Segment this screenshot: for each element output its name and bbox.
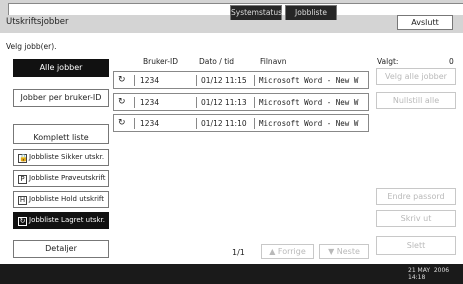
column-header-filename: Filnavn: [260, 57, 287, 66]
lock-icon: 🔒: [18, 154, 28, 163]
stored-print-icon: ↻: [118, 97, 126, 107]
proof-print-list-label: Jobbliste Prøveutskrift: [29, 174, 106, 182]
row-user: 1234: [140, 119, 160, 128]
secure-print-list-button[interactable]: 🔒Jobbliste Sikker utskr.: [13, 149, 109, 166]
table-row[interactable]: ↻ 1234 01/12 11:10 Microsoft Word - New …: [113, 114, 369, 132]
clear-all-button[interactable]: Nullstill alle: [376, 92, 456, 109]
jobs-per-user-button[interactable]: Jobber per bruker-ID: [13, 89, 109, 107]
print-button[interactable]: Skriv ut: [376, 210, 456, 227]
delete-button[interactable]: Slett: [376, 236, 456, 255]
row-datetime: 01/12 11:13: [201, 98, 247, 107]
stored-print-icon: ↻: [118, 118, 126, 128]
selected-count: 0: [449, 57, 454, 66]
table-row[interactable]: ↻ 1234 01/12 11:15 Microsoft Word - New …: [113, 71, 369, 89]
table-row[interactable]: ↻ 1234 01/12 11:13 Microsoft Word - New …: [113, 93, 369, 111]
row-filename: Microsoft Word - New W: [259, 76, 359, 85]
row-filename: Microsoft Word - New W: [259, 98, 359, 107]
details-button[interactable]: Detaljer: [13, 240, 109, 258]
column-header-datetime: Dato / tid: [199, 57, 234, 66]
row-filename: Microsoft Word - New W: [259, 119, 359, 128]
stored-print-icon: ↻: [118, 75, 126, 85]
proof-print-list-button[interactable]: P Jobbliste Prøveutskrift: [13, 170, 109, 187]
complete-list-button[interactable]: Komplett liste: [13, 124, 109, 144]
change-password-button[interactable]: Endre passord: [376, 188, 456, 205]
bottom-bar: [0, 264, 463, 284]
hold-print-icon: H: [18, 196, 27, 205]
previous-page-button[interactable]: ▲ Forrige: [261, 244, 314, 259]
select-prompt: Velg jobb(er).: [6, 42, 57, 51]
row-datetime: 01/12 11:10: [201, 119, 247, 128]
page-title: Utskriftsjobber: [6, 17, 69, 27]
hold-print-list-label: Jobbliste Hold utskrift: [29, 195, 104, 203]
row-user: 1234: [140, 98, 160, 107]
tab-job-list[interactable]: Jobbliste: [285, 5, 337, 20]
hold-print-list-button[interactable]: H Jobbliste Hold utskrift: [13, 191, 109, 208]
selected-label: Valgt:: [377, 57, 399, 66]
clock: 21 MAY 2006 14:18: [408, 267, 450, 281]
column-header-user: Bruker-ID: [143, 57, 178, 66]
stored-print-list-label: Jobbliste Lagret utskr.: [29, 216, 106, 224]
exit-button[interactable]: Avslutt: [397, 15, 453, 30]
select-all-button[interactable]: Velg alle jobber: [376, 68, 456, 85]
proof-print-icon: P: [18, 175, 27, 184]
row-user: 1234: [140, 76, 160, 85]
stored-print-icon: ↻: [18, 217, 27, 226]
row-datetime: 01/12 11:15: [201, 76, 247, 85]
secure-print-list-label: Jobbliste Sikker utskr.: [29, 153, 105, 161]
next-page-button[interactable]: ▼ Neste: [319, 244, 369, 259]
all-jobs-button[interactable]: Alle jobber: [13, 59, 109, 77]
page-indicator: 1/1: [232, 248, 245, 257]
tab-system-status[interactable]: Systemstatus: [230, 5, 282, 20]
stored-print-list-button[interactable]: ↻ Jobbliste Lagret utskr.: [13, 212, 109, 229]
